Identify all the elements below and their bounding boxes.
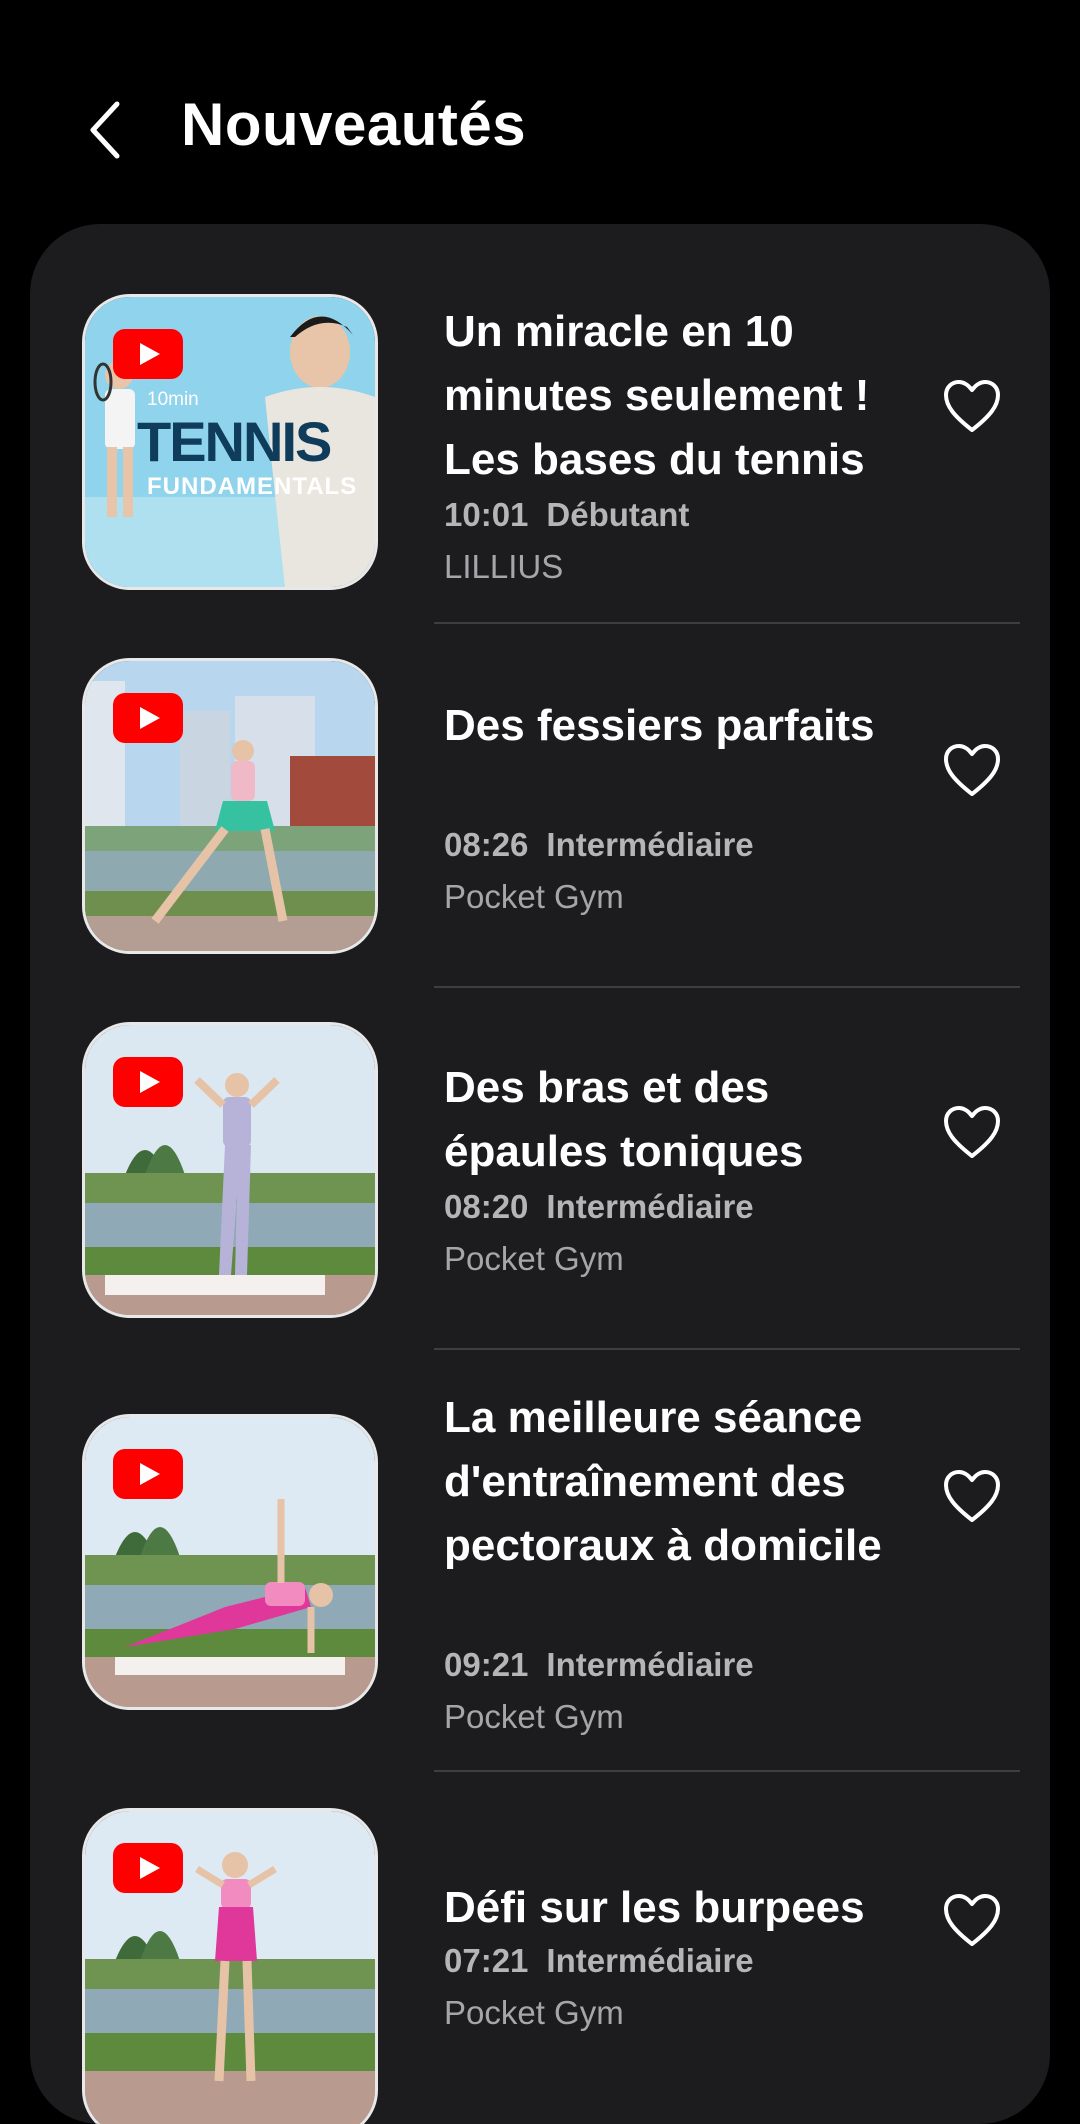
level: Intermédiaire	[546, 1188, 754, 1225]
divider	[434, 622, 1020, 624]
heart-outline-icon[interactable]	[942, 742, 1002, 798]
youtube-icon	[113, 329, 183, 379]
workout-meta: 08:26 Intermédiaire	[444, 826, 754, 864]
level: Intermédiaire	[546, 1942, 754, 1979]
video-thumbnail[interactable]	[82, 1414, 378, 1710]
chevron-left-icon	[90, 101, 120, 159]
level: Intermédiaire	[546, 1646, 754, 1683]
video-thumbnail[interactable]	[82, 1022, 378, 1318]
level: Intermédiaire	[546, 826, 754, 863]
author: Pocket Gym	[444, 878, 624, 915]
workout-title: Des bras et des épaules toniques	[444, 1063, 804, 1176]
thumbnail-caption-small: 10min	[147, 389, 199, 410]
youtube-icon	[113, 693, 183, 743]
divider	[434, 986, 1020, 988]
workout-title: Défi sur les burpees	[444, 1883, 865, 1932]
thumbnail-caption-main: TENNIS	[137, 410, 332, 473]
duration: 07:21	[444, 1942, 529, 1979]
heart-outline-icon[interactable]	[942, 1104, 1002, 1160]
youtube-icon	[113, 1449, 183, 1499]
author: LILLIUS	[444, 548, 564, 585]
heart-outline-icon[interactable]	[942, 1892, 1002, 1948]
thumbnail-caption-sub: FUNDAMENTALS	[147, 473, 358, 500]
app-header: Nouveautés	[0, 0, 1080, 220]
youtube-icon	[113, 1843, 183, 1893]
author: Pocket Gym	[444, 1240, 624, 1277]
divider	[434, 1348, 1020, 1350]
author: Pocket Gym	[444, 1994, 624, 2031]
workout-meta: 10:01 Débutant	[444, 496, 689, 534]
workout-title: Des fessiers parfaits	[444, 701, 875, 750]
author: Pocket Gym	[444, 1698, 624, 1735]
heart-outline-icon[interactable]	[942, 1468, 1002, 1524]
duration: 09:21	[444, 1646, 529, 1683]
workout-title: La meilleure séance d'entraînement des p…	[444, 1393, 882, 1570]
divider	[434, 1770, 1020, 1772]
workout-list: 10min TENNIS FUNDAMENTALS Un miracle en …	[30, 224, 1050, 2124]
duration: 08:26	[444, 826, 529, 863]
workout-meta: 08:20 Intermédiaire	[444, 1188, 754, 1226]
video-thumbnail[interactable]	[82, 658, 378, 954]
heart-outline-icon[interactable]	[942, 378, 1002, 434]
duration: 08:20	[444, 1188, 529, 1225]
workout-title: Un miracle en 10 minutes seulement ! Les…	[444, 307, 870, 484]
video-thumbnail[interactable]: 10min TENNIS FUNDAMENTALS	[82, 294, 378, 590]
workout-meta: 09:21 Intermédiaire	[444, 1646, 754, 1684]
video-thumbnail[interactable]	[82, 1808, 378, 2124]
back-button[interactable]	[80, 95, 130, 165]
page-title: Nouveautés	[181, 91, 527, 158]
youtube-icon	[113, 1057, 183, 1107]
level: Débutant	[546, 496, 690, 533]
duration: 10:01	[444, 496, 529, 533]
workout-meta: 07:21 Intermédiaire	[444, 1942, 754, 1980]
